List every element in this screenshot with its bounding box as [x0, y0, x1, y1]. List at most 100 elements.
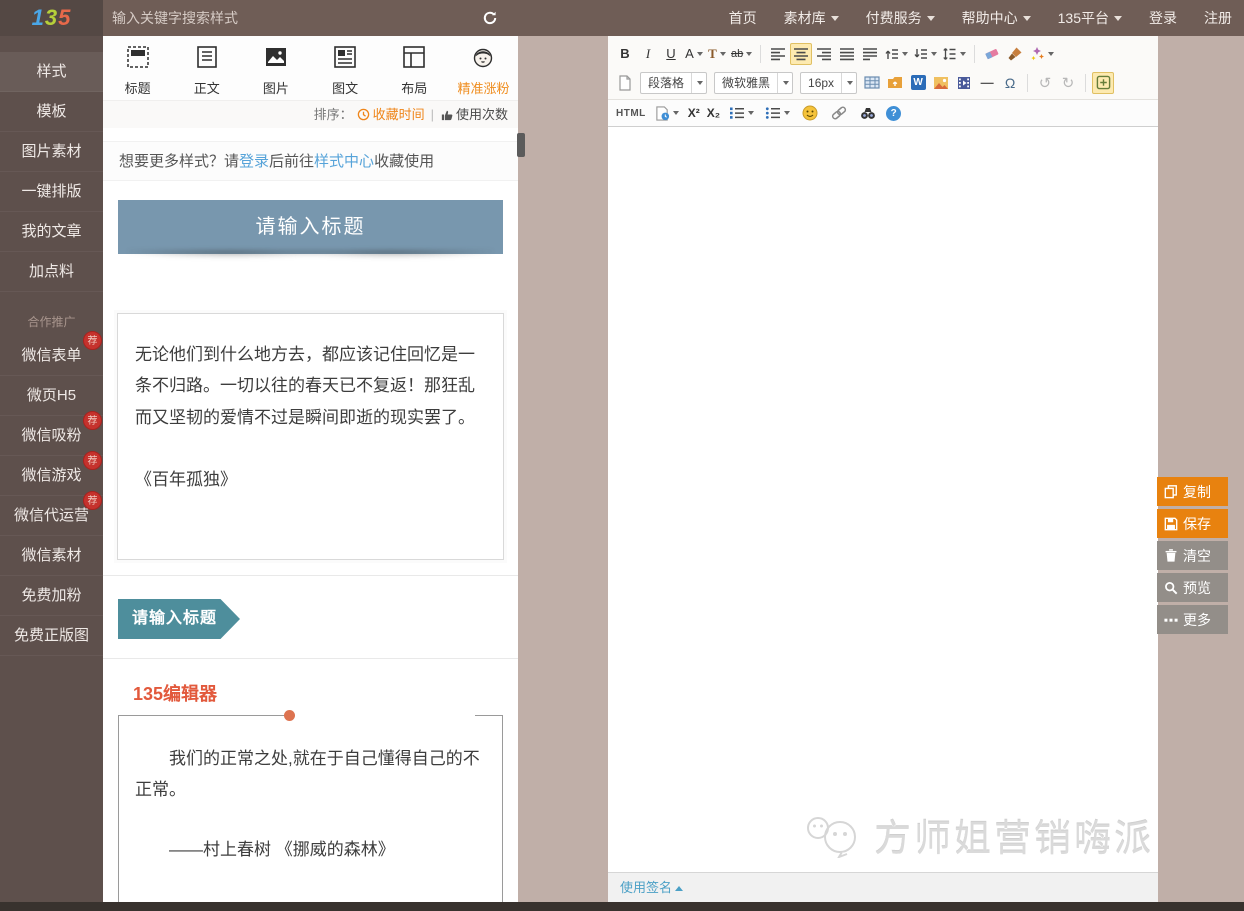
sidebar-item-micropage-h5[interactable]: 微页H5: [0, 376, 103, 416]
sidebar-item-styles[interactable]: 样式: [0, 52, 103, 92]
recommend-badge: 荐: [83, 411, 102, 430]
ordered-list-button[interactable]: [727, 102, 756, 124]
text-format-button[interactable]: T: [706, 43, 728, 65]
sidebar-item-my-articles[interactable]: 我的文章: [0, 212, 103, 252]
paragraph-spacing-down-button[interactable]: [911, 43, 939, 65]
more-button[interactable]: 更多: [1157, 605, 1228, 634]
style-item-title-banner[interactable]: 请输入标题: [118, 200, 503, 254]
insert-photo-button[interactable]: [930, 72, 952, 94]
underline-button[interactable]: U: [660, 43, 682, 65]
save-button[interactable]: 保存: [1157, 509, 1228, 538]
sidebar-item-image-material[interactable]: 图片素材: [0, 132, 103, 172]
nav-home[interactable]: 首页: [729, 8, 757, 28]
line-height-button[interactable]: [940, 43, 968, 65]
editor-content-area[interactable]: 方师姐营销嗨派: [608, 127, 1158, 872]
align-distribute-button[interactable]: [859, 43, 881, 65]
paragraph-format-select[interactable]: 段落格: [640, 72, 707, 94]
refresh-icon[interactable]: [482, 10, 498, 26]
fan-avatar-icon: [471, 45, 495, 74]
tab-body-text[interactable]: 正文: [172, 45, 241, 100]
magic-clean-button[interactable]: [1027, 43, 1056, 65]
sidebar-item-free-stock-images[interactable]: 免费正版图: [0, 616, 103, 656]
style-item-brand-quote[interactable]: 135编辑器 我们的正常之处,就在于自己懂得自己的不正常。 ——村上春树 《挪威…: [118, 680, 503, 902]
upload-image-button[interactable]: [884, 72, 906, 94]
brand-quote-attribution: ——村上春树 《挪威的森林》: [135, 835, 486, 866]
chevron-down-icon: [831, 16, 839, 21]
align-right-button[interactable]: [813, 43, 835, 65]
unordered-list-button[interactable]: [763, 102, 792, 124]
html-source-button[interactable]: HTML: [616, 108, 646, 119]
special-character-button[interactable]: Ω: [999, 72, 1021, 94]
search-input[interactable]: 输入关键字搜索样式: [112, 0, 467, 36]
nav-paid-services[interactable]: 付费服务: [866, 8, 935, 28]
scheduled-page-button[interactable]: [653, 102, 681, 124]
nav-135-platform[interactable]: 135平台: [1058, 8, 1122, 28]
align-left-button[interactable]: [767, 43, 789, 65]
clear-button[interactable]: 清空: [1157, 541, 1228, 570]
paragraph-spacing-up-button[interactable]: [882, 43, 910, 65]
layout-icon: [402, 45, 426, 74]
subscript-button[interactable]: X₂: [707, 106, 720, 120]
sidebar-item-wechat-forms[interactable]: 微信表单荐: [0, 336, 103, 376]
chevron-down-icon: [691, 73, 706, 93]
find-replace-button[interactable]: [857, 102, 879, 124]
format-painter-button[interactable]: [1004, 43, 1026, 65]
font-color-button[interactable]: A: [683, 43, 705, 65]
superscript-button[interactable]: X²: [688, 106, 700, 120]
tab-image[interactable]: 图片: [241, 45, 310, 100]
style-center-link[interactable]: 样式中心: [314, 153, 374, 170]
redo-button[interactable]: ↻: [1057, 72, 1079, 94]
insert-table-button[interactable]: [861, 72, 883, 94]
eraser-button[interactable]: [981, 43, 1003, 65]
toolbar-row-1: B I U A T ab: [614, 39, 1152, 68]
brand-quote-body: 我们的正常之处,就在于自己懂得自己的不正常。: [135, 744, 486, 805]
nav-register[interactable]: 注册: [1204, 8, 1232, 28]
preview-button[interactable]: 预览: [1157, 573, 1228, 602]
tab-title[interactable]: 标题: [103, 45, 172, 100]
insert-video-button[interactable]: [953, 72, 975, 94]
new-document-button[interactable]: [614, 72, 636, 94]
align-justify-button[interactable]: [836, 43, 858, 65]
word-import-button[interactable]: W: [907, 72, 929, 94]
help-button[interactable]: ?: [886, 106, 901, 121]
thumbs-up-icon: [440, 108, 453, 121]
style-panel-scrollbar[interactable]: [517, 133, 525, 157]
sort-by-favorite-time[interactable]: 收藏时间: [357, 101, 425, 129]
top-nav: 首页 素材库 付费服务 帮助中心 135平台 登录 注册: [729, 0, 1232, 36]
nav-material-library[interactable]: 素材库: [784, 8, 839, 28]
fullscreen-toggle-button[interactable]: [1092, 72, 1114, 94]
copy-button[interactable]: 复制: [1157, 477, 1228, 506]
sidebar-item-wechat-agency[interactable]: 微信代运营荐: [0, 496, 103, 536]
bold-button[interactable]: B: [614, 43, 636, 65]
use-signature-link[interactable]: 使用签名: [620, 880, 672, 895]
strikethrough-button[interactable]: ab: [729, 43, 754, 65]
sidebar-item-extras[interactable]: 加点料: [0, 252, 103, 292]
sidebar-item-wechat-material[interactable]: 微信素材: [0, 536, 103, 576]
brand-quote-box: 我们的正常之处,就在于自己懂得自己的不正常。 ——村上春树 《挪威的森林》: [118, 715, 503, 902]
toolbar-separator: [974, 45, 975, 63]
font-size-select[interactable]: 16px: [800, 72, 857, 94]
login-link[interactable]: 登录: [239, 153, 269, 170]
tab-layout[interactable]: 布局: [380, 45, 449, 100]
sidebar-item-wechat-games[interactable]: 微信游戏荐: [0, 456, 103, 496]
emoji-button[interactable]: [799, 102, 821, 124]
align-center-button[interactable]: [790, 43, 812, 65]
horizontal-rule-button[interactable]: —: [976, 72, 998, 94]
italic-button[interactable]: I: [637, 43, 659, 65]
font-family-select[interactable]: 微软雅黑: [714, 72, 793, 94]
logo-135[interactable]: 135: [0, 0, 103, 36]
sidebar-item-templates[interactable]: 模板: [0, 92, 103, 132]
nav-help-center[interactable]: 帮助中心: [962, 8, 1031, 28]
sidebar-item-one-click-layout[interactable]: 一键排版: [0, 172, 103, 212]
style-item-title-ribbon[interactable]: 请输入标题: [118, 599, 240, 639]
link-button[interactable]: [828, 102, 850, 124]
style-item-quote-box[interactable]: 无论他们到什么地方去，都应该记住回忆是一条不归路。一切以往的春天已不复返！那狂乱…: [117, 313, 504, 560]
recommend-badge: 荐: [83, 331, 102, 350]
tab-precise-fans[interactable]: 精准涨粉: [449, 45, 518, 100]
nav-login[interactable]: 登录: [1149, 8, 1177, 28]
tab-image-text[interactable]: 图文: [311, 45, 380, 100]
undo-button[interactable]: ↺: [1034, 72, 1056, 94]
sidebar-item-wechat-fans[interactable]: 微信吸粉荐: [0, 416, 103, 456]
sidebar-item-free-fans[interactable]: 免费加粉: [0, 576, 103, 616]
sort-by-usage-count[interactable]: 使用次数: [440, 101, 508, 129]
